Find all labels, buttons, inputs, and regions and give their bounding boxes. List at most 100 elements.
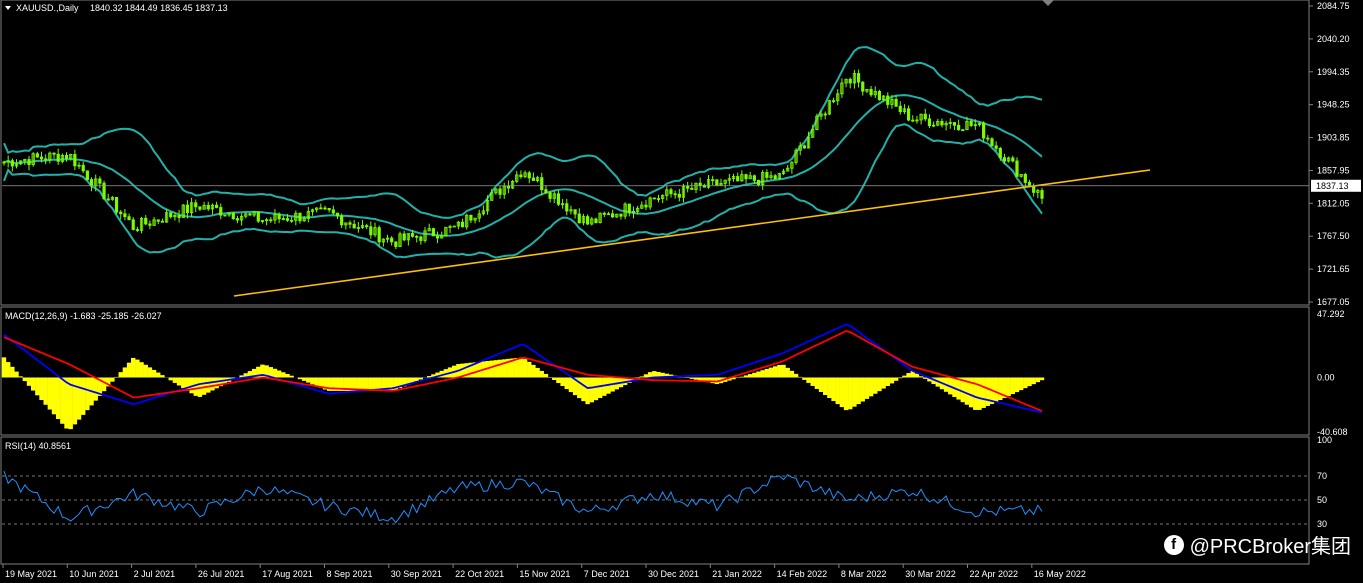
candle-body — [744, 174, 748, 180]
candle-body — [27, 159, 31, 166]
macd-histogram-bar — [306, 377, 311, 383]
macd-histogram-bar — [147, 367, 153, 378]
macd-title: MACD(12,26,9) -1.683 -25.185 -26.027 — [5, 311, 162, 321]
candle-body — [506, 185, 511, 189]
macd-histogram-bar — [697, 377, 703, 381]
price-chart-layer — [2, 46, 1309, 297]
macd-histogram-bar — [135, 359, 140, 378]
macd-histogram-bar — [848, 377, 853, 410]
x-tick-label: 14 Feb 2022 — [777, 569, 828, 579]
macd-histogram-bar — [985, 377, 991, 406]
macd-histogram-bar — [593, 377, 599, 401]
macd-histogram-bar — [868, 377, 874, 397]
macd-histogram-bar — [839, 377, 845, 408]
macd-histogram-bar — [114, 376, 119, 378]
candle-body — [469, 214, 473, 221]
candle-body — [869, 88, 873, 96]
macd-histogram-bar — [22, 377, 28, 382]
macd-histogram-bar — [76, 377, 82, 420]
macd-histogram-bar — [272, 368, 278, 378]
candle-body — [969, 120, 973, 126]
price-tick-label: 1948.25 — [1317, 100, 1350, 110]
macd-histogram-bar — [143, 364, 148, 378]
candle-body — [231, 212, 235, 219]
candle-body — [548, 192, 552, 199]
macd-histogram-bar — [201, 377, 207, 395]
price-tick-label: 2084.75 — [1317, 1, 1350, 11]
shift-marker-icon[interactable] — [1042, 0, 1054, 6]
candle-body — [627, 203, 631, 214]
candle-body — [144, 217, 148, 225]
macd-histogram-bar — [860, 377, 865, 402]
candle-body — [611, 213, 615, 218]
candle-body — [185, 204, 190, 214]
macd-histogram-bar — [101, 377, 107, 392]
price-tick-label: 1677.05 — [1317, 297, 1350, 307]
macd-tick-label: 0.00 — [1317, 372, 1335, 382]
candle-body — [198, 206, 202, 210]
macd-histogram-bar — [1031, 377, 1036, 385]
macd-histogram-bar — [643, 374, 649, 378]
candle-body — [323, 207, 327, 210]
x-tick-label: 30 Sep 2021 — [391, 569, 442, 579]
macd-histogram-bar — [43, 377, 48, 405]
bollinger-upper-band — [3, 46, 1043, 219]
rsi-tick-label: 100 — [1317, 435, 1332, 445]
macd-histogram-bar — [47, 377, 53, 410]
candle-body — [831, 100, 836, 103]
macd-histogram-bar — [1027, 377, 1032, 387]
macd-histogram-bar — [314, 377, 319, 387]
macd-histogram-bar — [276, 370, 282, 378]
candle-body — [698, 182, 702, 186]
x-tick-label: 30 Dec 2021 — [648, 569, 699, 579]
candle-body — [756, 179, 761, 186]
candle-body — [877, 91, 882, 101]
macd-histogram-bar — [560, 377, 565, 387]
macd-histogram-bar — [873, 377, 878, 394]
macd-histogram-bar — [531, 364, 536, 378]
macd-panel-frame — [0, 306, 1310, 436]
symbol-dropdown-icon[interactable] — [5, 6, 11, 10]
bollinger-lower-band — [3, 123, 1043, 259]
x-tick-label: 7 Dec 2021 — [584, 569, 630, 579]
macd-histogram-bar — [918, 376, 924, 378]
macd-histogram-bar — [206, 377, 211, 393]
macd-histogram-bar — [1035, 377, 1041, 383]
macd-histogram-bar — [60, 377, 65, 424]
candle-body — [402, 233, 406, 241]
macd-histogram-bar — [30, 377, 36, 391]
macd-histogram-bar — [39, 377, 44, 401]
price-panel-frame — [0, 0, 1310, 306]
macd-tick-label: 47.292 — [1317, 309, 1345, 319]
candle-body — [540, 177, 544, 191]
candle-body — [277, 213, 281, 220]
candle-body — [135, 229, 139, 231]
macd-histogram-bar — [139, 362, 144, 378]
macd-histogram-bar — [977, 377, 982, 410]
candle-body — [802, 145, 806, 149]
candle-body — [10, 160, 14, 167]
candle-body — [248, 213, 252, 216]
candle-body — [1040, 190, 1044, 199]
macd-histogram-bar — [210, 377, 215, 391]
candle-body — [431, 228, 435, 237]
candle-body — [123, 213, 127, 218]
rsi-tick-label: 70 — [1317, 471, 1327, 481]
macd-histogram-bar — [10, 366, 15, 378]
x-tick-label: 26 Jul 2021 — [198, 569, 245, 579]
candle-body — [686, 185, 690, 189]
candle-body — [652, 197, 656, 200]
macd-histogram-bar — [739, 376, 745, 378]
macd-histogram-bar — [564, 377, 569, 390]
macd-histogram-bar — [781, 364, 786, 378]
candle-body — [531, 177, 536, 181]
candle-body — [1002, 157, 1007, 162]
macd-histogram-bar — [777, 365, 782, 378]
macd-histogram-bar — [14, 371, 19, 378]
macd-histogram-bar — [1039, 377, 1045, 381]
candle-body — [957, 124, 961, 131]
candle-body — [1011, 157, 1015, 162]
macd-histogram-bar — [981, 377, 986, 408]
candle-body — [715, 179, 719, 186]
macd-histogram-bar — [818, 377, 824, 392]
